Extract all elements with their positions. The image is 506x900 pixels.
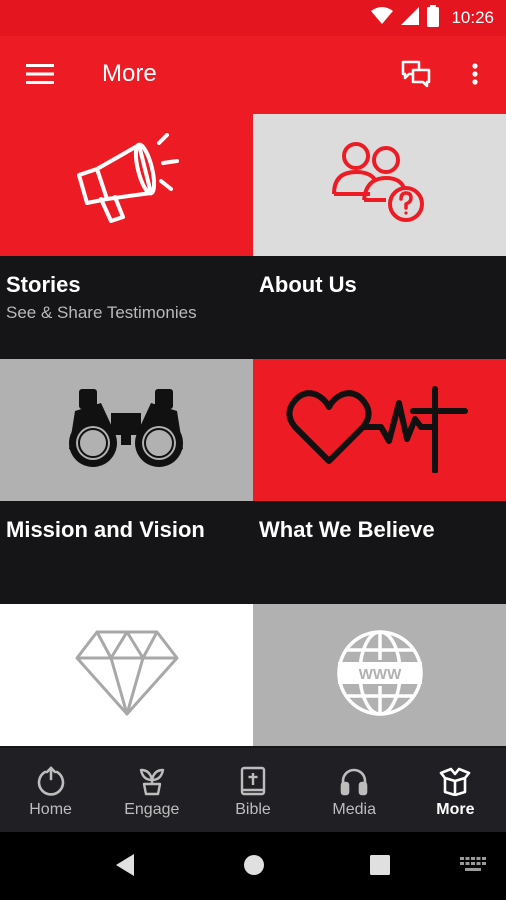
home-circle-icon xyxy=(243,854,265,881)
headphones-icon xyxy=(339,766,369,796)
tile-mission-and-vision-caption: Mission and Vision xyxy=(0,501,253,604)
wifi-icon xyxy=(371,6,394,30)
menu-button[interactable] xyxy=(22,58,58,94)
recents-square-icon xyxy=(370,854,390,880)
heartbeat-cross-icon xyxy=(285,383,475,478)
system-back-button[interactable] xyxy=(110,852,140,882)
nav-media[interactable]: Media xyxy=(304,748,405,832)
binoculars-icon xyxy=(67,383,187,478)
open-box-icon xyxy=(439,766,471,796)
tile-website-art: WWW xyxy=(253,604,506,746)
tile-stories-art xyxy=(0,114,253,256)
tile-about-us[interactable]: About Us xyxy=(253,114,506,359)
tile-website[interactable]: WWW xyxy=(253,604,506,748)
tile-diamond[interactable] xyxy=(0,604,253,748)
nav-engage[interactable]: Engage xyxy=(101,748,202,832)
back-icon xyxy=(114,853,136,882)
status-time: 10:26 xyxy=(451,8,494,27)
tile-stories-caption: Stories See & Share Testimonies xyxy=(0,256,253,359)
more-tile-grid: Stories See & Share Testimonies About Us… xyxy=(0,114,506,748)
nav-bible[interactable]: Bible xyxy=(202,748,303,832)
nav-label: Engage xyxy=(124,801,180,818)
tile-mission-and-vision-art xyxy=(0,359,253,501)
nav-label: Media xyxy=(332,801,376,818)
cellular-signal-icon xyxy=(401,6,420,30)
page-title: More xyxy=(102,60,157,87)
nav-more[interactable]: More xyxy=(405,748,506,832)
chat-bubbles-icon xyxy=(401,60,431,93)
chat-button[interactable] xyxy=(396,56,436,96)
app-bar: More xyxy=(0,36,506,114)
overflow-menu-button[interactable] xyxy=(460,56,490,96)
nav-label: Home xyxy=(29,801,72,818)
system-keyboard-button[interactable] xyxy=(458,852,488,882)
tile-title: About Us xyxy=(259,272,357,297)
tile-diamond-art xyxy=(0,604,253,746)
keyboard-icon xyxy=(460,856,486,878)
hamburger-menu-icon xyxy=(26,63,54,89)
battery-icon xyxy=(427,4,440,32)
tile-mission-and-vision[interactable]: Mission and Vision xyxy=(0,359,253,604)
tile-what-we-believe[interactable]: What We Believe xyxy=(253,359,506,604)
system-navigation-bar xyxy=(0,832,506,900)
nav-home[interactable]: Home xyxy=(0,748,101,832)
tile-about-us-caption: About Us xyxy=(253,256,506,359)
tile-what-we-believe-art xyxy=(253,359,506,501)
status-bar: 10:26 xyxy=(0,0,506,36)
diamond-icon xyxy=(75,630,179,721)
system-home-button[interactable] xyxy=(239,852,269,882)
tile-title: Mission and Vision xyxy=(6,517,205,542)
megaphone-icon xyxy=(67,132,187,238)
nav-label: More xyxy=(436,801,475,818)
status-icons: 10:26 xyxy=(371,4,494,32)
tile-title: Stories xyxy=(6,272,81,297)
more-vertical-icon xyxy=(472,62,478,90)
power-home-icon xyxy=(36,766,66,796)
people-question-icon xyxy=(330,138,430,233)
bottom-navigation: Home Engage Bible Media More xyxy=(0,748,506,832)
svg-text:WWW: WWW xyxy=(358,666,401,683)
nav-label: Bible xyxy=(235,801,271,818)
bible-icon xyxy=(240,766,266,796)
globe-www-icon: WWW xyxy=(335,628,425,723)
tile-about-us-art xyxy=(253,114,506,256)
tile-what-we-believe-caption: What We Believe xyxy=(253,501,506,604)
seedling-icon xyxy=(137,766,167,796)
tile-subtitle: See & Share Testimonies xyxy=(6,303,197,322)
tile-title: What We Believe xyxy=(259,517,435,542)
system-recents-button[interactable] xyxy=(365,852,395,882)
tile-stories[interactable]: Stories See & Share Testimonies xyxy=(0,114,253,359)
